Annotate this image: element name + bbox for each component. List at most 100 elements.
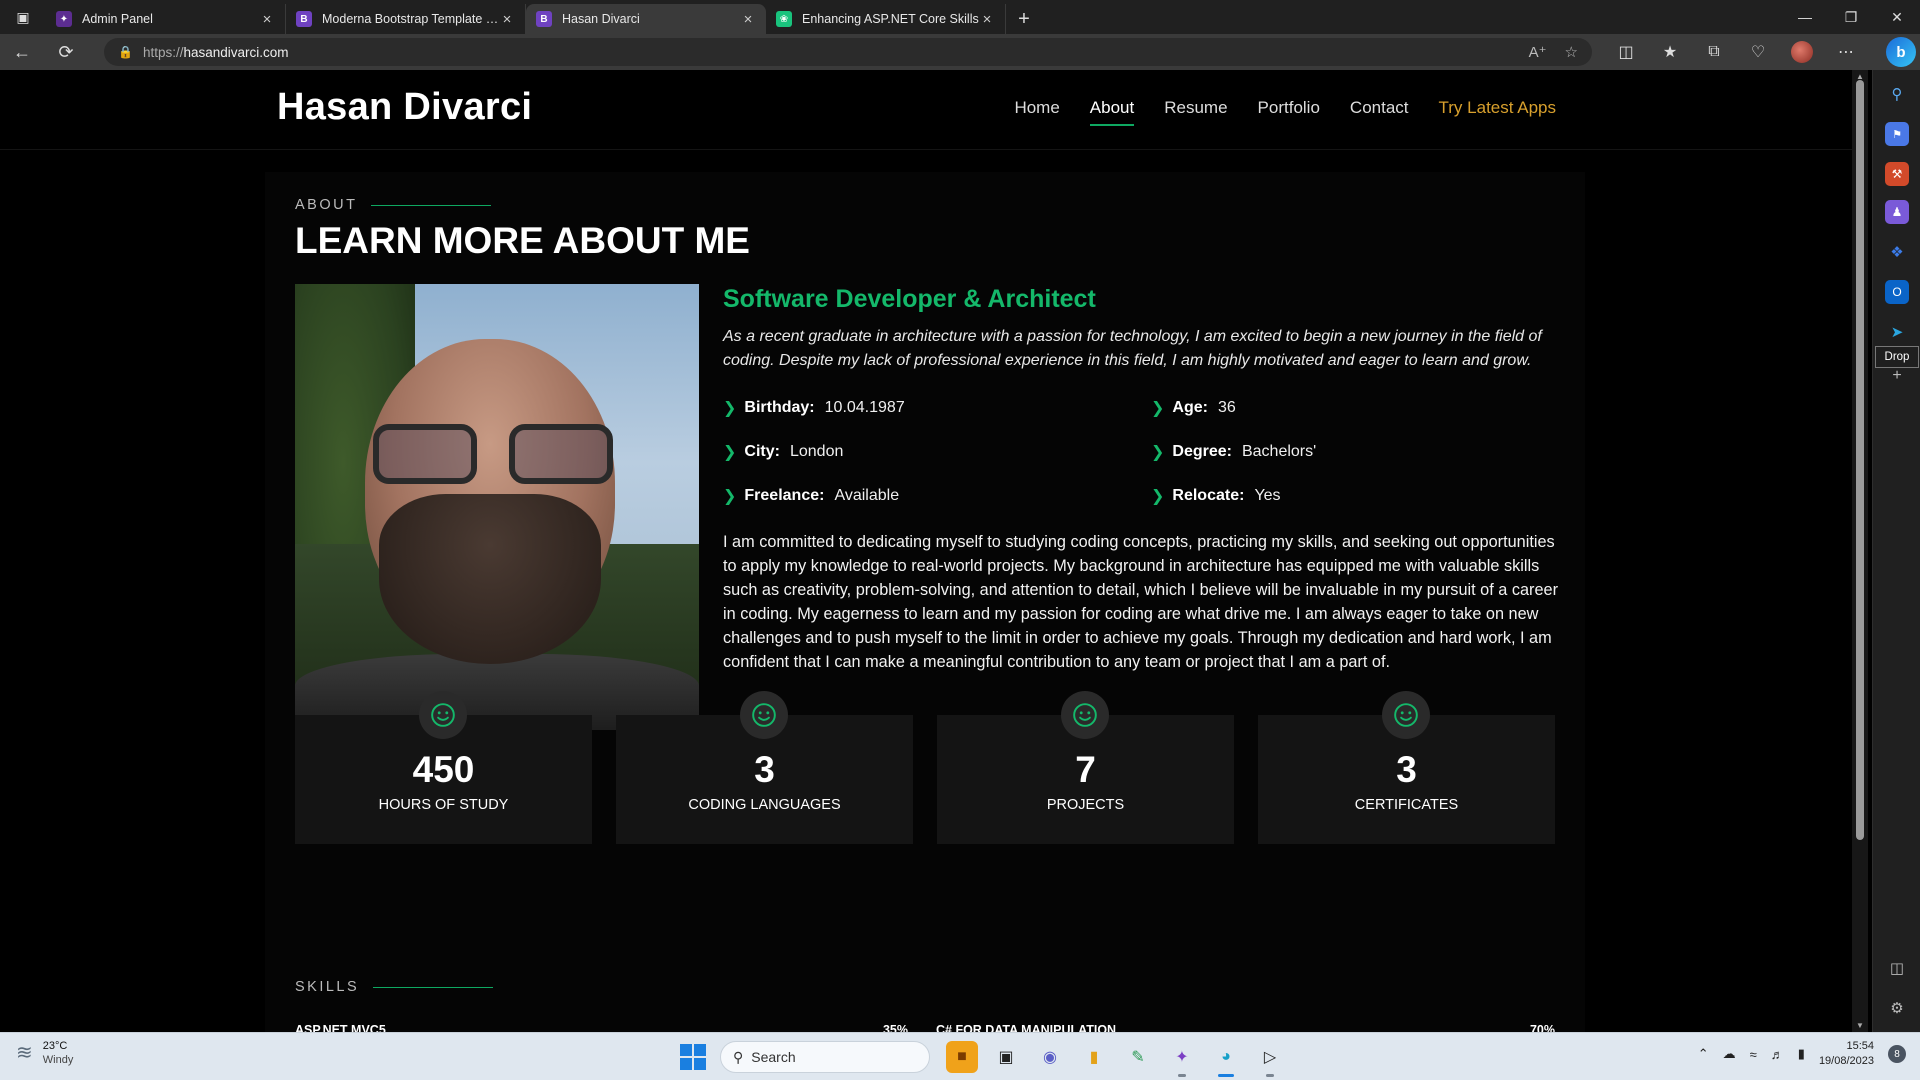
- site-nav: Home About Resume Portfolio Contact Try …: [1014, 98, 1556, 126]
- role-title: Software Developer & Architect: [723, 285, 1096, 313]
- games-icon[interactable]: ♟: [1885, 200, 1909, 224]
- hide-sidebar-icon[interactable]: ◫: [1885, 956, 1909, 980]
- favorite-star-icon[interactable]: ☆: [1565, 43, 1578, 61]
- outlook-icon[interactable]: O: [1885, 280, 1909, 304]
- stat-card: 3 CODING LANGUAGES: [616, 691, 913, 844]
- battery-icon[interactable]: ▮: [1798, 1046, 1805, 1062]
- tab-actions-icon[interactable]: ▣: [0, 0, 46, 34]
- refresh-button[interactable]: ⟳: [44, 34, 88, 70]
- close-tab-icon[interactable]: ×: [979, 11, 995, 28]
- files-icon[interactable]: ▣: [990, 1041, 1022, 1073]
- smiley-icon: [419, 691, 467, 739]
- fact-label: Birthday:: [744, 399, 815, 416]
- browser-tab-active[interactable]: B Hasan Divarci ×: [526, 4, 766, 34]
- nav-try-latest-apps[interactable]: Try Latest Apps: [1439, 98, 1556, 126]
- nav-about[interactable]: About: [1089, 98, 1135, 126]
- chevron-right-icon: ❯: [1151, 488, 1165, 505]
- explorer-icon[interactable]: ▮: [1078, 1041, 1110, 1073]
- more-menu-icon[interactable]: ⋯: [1824, 34, 1868, 70]
- bing-copilot-icon[interactable]: b: [1886, 37, 1916, 67]
- edge-icon[interactable]: ◕: [1210, 1041, 1242, 1077]
- scroll-down-icon[interactable]: ▼: [1852, 1021, 1868, 1030]
- clock[interactable]: 15:54 19/08/2023: [1819, 1039, 1874, 1069]
- stat-label: CODING LANGUAGES: [688, 797, 841, 813]
- chevron-right-icon: ❯: [1151, 400, 1165, 417]
- role-description: As a recent graduate in architecture wit…: [723, 328, 1542, 369]
- about-paragraph: I am committed to dedicating myself to s…: [723, 533, 1558, 671]
- browser-tab[interactable]: ✦ Admin Panel ×: [46, 4, 286, 34]
- skill-name: ASP.NET MVC5: [295, 1023, 386, 1032]
- chevron-right-icon: ❯: [723, 400, 737, 417]
- smiley-icon: [740, 691, 788, 739]
- close-tab-icon[interactable]: ×: [740, 11, 756, 28]
- drop-icon[interactable]: ➤: [1885, 320, 1909, 344]
- url-scheme: https://: [142, 44, 184, 60]
- weather-widget[interactable]: ≋ 23°C Windy: [16, 1039, 73, 1066]
- close-window-icon[interactable]: ✕: [1874, 0, 1920, 34]
- stat-value: 3: [1396, 749, 1417, 790]
- briefcase-icon[interactable]: ■: [946, 1041, 978, 1073]
- browser-tab[interactable]: B Moderna Bootstrap Template - In ×: [286, 4, 526, 34]
- microsoft-365-icon[interactable]: ❖: [1885, 240, 1909, 264]
- search-icon: ⚲: [733, 1048, 744, 1065]
- profile-avatar[interactable]: [1791, 41, 1813, 63]
- terminal-icon[interactable]: ▷: [1254, 1041, 1286, 1077]
- read-aloud-icon[interactable]: A⁺: [1529, 43, 1547, 61]
- chevron-up-icon[interactable]: ⌃: [1698, 1046, 1709, 1062]
- split-screen-icon[interactable]: ◫: [1604, 34, 1648, 70]
- nav-home[interactable]: Home: [1014, 98, 1059, 126]
- fact-value: Yes: [1254, 487, 1281, 504]
- browser-tab[interactable]: ❀ Enhancing ASP.NET Core Skills ×: [766, 4, 1006, 34]
- skill-item: C# FOR DATA MANIPULATION 70%: [936, 1023, 1555, 1032]
- wifi-icon[interactable]: ≈: [1750, 1047, 1757, 1062]
- url-field[interactable]: 🔒 https:// hasandivarci.com A⁺ ☆: [104, 38, 1592, 66]
- fact-item: ❯ Age: 36: [1151, 386, 1563, 430]
- search-icon[interactable]: ⚲: [1885, 82, 1909, 106]
- new-tab-button[interactable]: +: [1006, 4, 1042, 34]
- section-label-line: [373, 986, 494, 988]
- stat-label: CERTIFICATES: [1354, 797, 1459, 813]
- browser-essentials-icon[interactable]: ♡: [1736, 34, 1780, 70]
- visual-studio-icon[interactable]: ✦: [1166, 1041, 1198, 1077]
- site-header: Hasan Divarci Home About Resume Portfoli…: [0, 70, 1852, 150]
- fact-value: London: [789, 443, 844, 460]
- add-icon[interactable]: +: [1885, 364, 1909, 388]
- minimize-icon[interactable]: —: [1782, 0, 1828, 34]
- settings-gear-icon[interactable]: ⚙: [1885, 996, 1909, 1020]
- stat-card: 450 HOURS OF STUDY: [295, 691, 592, 844]
- back-button[interactable]: ←: [0, 34, 44, 70]
- shopping-tag-icon[interactable]: ⚑: [1885, 122, 1909, 146]
- favorites-icon[interactable]: ★: [1648, 34, 1692, 70]
- scrollbar-thumb[interactable]: [1856, 80, 1864, 840]
- collections-icon[interactable]: ⧉: [1692, 34, 1736, 70]
- page-scrollbar[interactable]: ▲ ▼: [1852, 70, 1868, 1032]
- nav-resume[interactable]: Resume: [1164, 98, 1227, 126]
- stat-value: 450: [412, 749, 475, 790]
- tab-title: Moderna Bootstrap Template - In: [322, 12, 499, 26]
- clock-time: 15:54: [1846, 1040, 1874, 1052]
- tools-icon[interactable]: ⚒: [1885, 162, 1909, 186]
- paint-icon[interactable]: ✎: [1122, 1041, 1154, 1073]
- search-placeholder: Search: [751, 1049, 796, 1065]
- system-tray: ⌃ ☁ ≈ ♬ ▮ 15:54 19/08/2023 8: [1698, 1039, 1906, 1069]
- fact-value: 10.04.1987: [824, 399, 905, 416]
- close-tab-icon[interactable]: ×: [259, 11, 275, 28]
- nav-contact[interactable]: Contact: [1350, 98, 1409, 126]
- about-section: ABOUT LEARN MORE ABOUT ME Software Devel…: [265, 172, 1585, 1032]
- fact-label: Relocate:: [1172, 487, 1245, 504]
- start-button[interactable]: [680, 1044, 706, 1070]
- notification-badge[interactable]: 8: [1888, 1045, 1906, 1063]
- taskbar-search[interactable]: ⚲ Search: [720, 1041, 930, 1073]
- nav-portfolio[interactable]: Portfolio: [1258, 98, 1320, 126]
- lock-icon[interactable]: 🔒: [118, 45, 133, 59]
- weather-temp: 23°C: [42, 1040, 68, 1052]
- volume-icon[interactable]: ♬: [1771, 1047, 1784, 1062]
- close-tab-icon[interactable]: ×: [499, 11, 515, 28]
- teams-icon[interactable]: ◉: [1034, 1041, 1066, 1073]
- site-logo[interactable]: Hasan Divarci: [277, 86, 532, 129]
- restore-icon[interactable]: ❐: [1828, 0, 1874, 34]
- fact-value: Available: [834, 487, 900, 504]
- onedrive-icon[interactable]: ☁: [1723, 1046, 1736, 1062]
- tab-title: Admin Panel: [82, 12, 153, 26]
- fact-item: ❯ City: London: [723, 430, 1151, 474]
